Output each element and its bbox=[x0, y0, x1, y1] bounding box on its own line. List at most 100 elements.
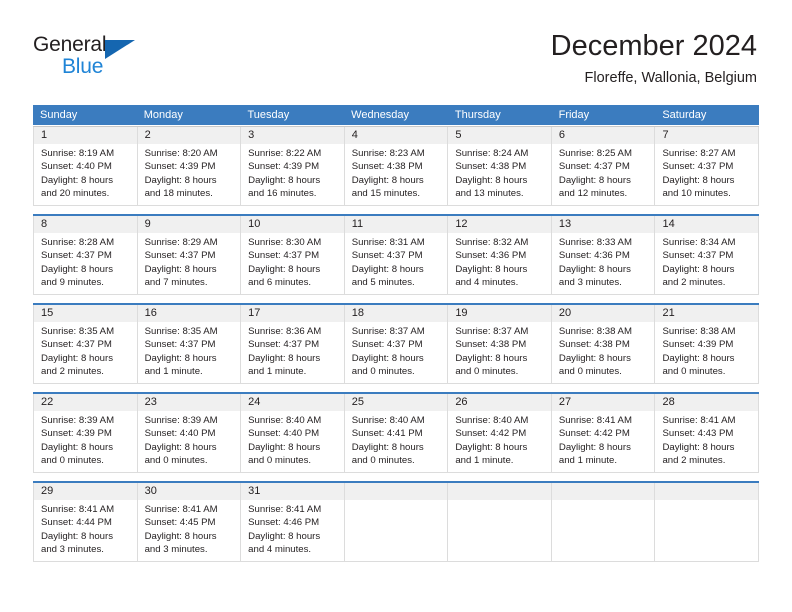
day-info: Sunrise: 8:36 AM Sunset: 4:37 PM Daylight:… bbox=[241, 322, 344, 379]
day-sunset-text: Sunset: 4:37 PM bbox=[351, 250, 423, 262]
day-daylight-line1-text: Daylight: 8 hours bbox=[662, 441, 735, 453]
day-sunset-text: Sunset: 4:43 PM bbox=[662, 428, 734, 440]
day-daylight-line2-text: and 0 minutes. bbox=[662, 366, 726, 378]
day-daylight-line1-text: Daylight: 8 hours bbox=[248, 174, 321, 186]
day-cell[interactable]: 16 Sunrise: 8:35 AM Sunset: 4:37 PM Dayligh… bbox=[136, 305, 241, 384]
day-cell[interactable]: 29 Sunrise: 8:41 AM Sunset: 4:44 PM Dayligh… bbox=[33, 483, 137, 562]
day-number: 6 bbox=[551, 127, 655, 144]
day-daylight-line1-text: Daylight: 8 hours bbox=[41, 530, 113, 542]
day-number: 11 bbox=[344, 216, 448, 233]
day-info: Sunrise: 8:37 AM Sunset: 4:38 PM Daylight:… bbox=[448, 322, 551, 379]
day-daylight-line2-text: and 4 minutes. bbox=[248, 544, 312, 556]
day-number: 12 bbox=[448, 216, 551, 233]
day-cell[interactable]: 17 Sunrise: 8:36 AM Sunset: 4:37 PM Dayligh… bbox=[240, 305, 344, 384]
day-cell[interactable]: 18 Sunrise: 8:37 AM Sunset: 4:37 PM Dayligh… bbox=[343, 305, 448, 384]
day-sunset-text: Sunset: 4:38 PM bbox=[558, 339, 630, 351]
day-cell[interactable]: 19 Sunrise: 8:37 AM Sunset: 4:38 PM Dayligh… bbox=[447, 305, 551, 384]
day-cell[interactable]: 7 Sunrise: 8:27 AM Sunset: 4:37 PM Daylight… bbox=[654, 127, 760, 206]
day-info: Sunrise: 8:20 AM Sunset: 4:39 PM Daylight:… bbox=[138, 144, 241, 201]
day-info: Sunrise: 8:24 AM Sunset: 4:38 PM Daylight:… bbox=[448, 144, 551, 201]
day-sunrise-text: Sunrise: 8:25 AM bbox=[558, 148, 632, 159]
day-sunset-text: Sunset: 4:37 PM bbox=[662, 161, 734, 173]
day-sunrise-text: Sunrise: 8:32 AM bbox=[455, 237, 529, 248]
day-cell[interactable]: 24 Sunrise: 8:40 AM Sunset: 4:40 PM Dayligh… bbox=[240, 394, 344, 473]
day-info: Sunrise: 8:40 AM Sunset: 4:41 PM Daylight:… bbox=[345, 411, 448, 468]
day-sunrise-text: Sunrise: 8:33 AM bbox=[558, 237, 632, 248]
weekday-header-friday: Friday bbox=[558, 109, 590, 121]
day-cell[interactable]: 31 Sunrise: 8:41 AM Sunset: 4:46 PM Dayligh… bbox=[240, 483, 344, 562]
page-subtitle: Floreffe, Wallonia, Belgium bbox=[584, 70, 757, 86]
weekday-header-tuesday: Tuesday bbox=[247, 109, 290, 121]
day-info: Sunrise: 8:40 AM Sunset: 4:42 PM Daylight:… bbox=[448, 411, 551, 468]
day-daylight-line1-text: Daylight: 8 hours bbox=[351, 263, 424, 275]
day-cell[interactable]: 4 Sunrise: 8:23 AM Sunset: 4:38 PM Daylight… bbox=[343, 127, 448, 206]
day-cell[interactable]: 1 Sunrise: 8:19 AM Sunset: 4:40 PM Daylight… bbox=[33, 127, 137, 206]
day-cell[interactable]: 20 Sunrise: 8:38 AM Sunset: 4:38 PM Dayligh… bbox=[550, 305, 655, 384]
day-sunset-text: Sunset: 4:37 PM bbox=[41, 250, 112, 262]
day-sunrise-text: Sunrise: 8:38 AM bbox=[558, 326, 632, 337]
day-cell[interactable]: 8 Sunrise: 8:28 AM Sunset: 4:37 PM Daylight… bbox=[33, 216, 137, 295]
day-cell[interactable]: 12 Sunrise: 8:32 AM Sunset: 4:36 PM Dayligh… bbox=[447, 216, 551, 295]
day-sunset-text: Sunset: 4:37 PM bbox=[351, 339, 423, 351]
day-daylight-line2-text: and 20 minutes. bbox=[41, 188, 110, 200]
day-sunset-text: Sunset: 4:38 PM bbox=[351, 161, 423, 173]
day-info: Sunrise: 8:41 AM Sunset: 4:42 PM Daylight:… bbox=[552, 411, 655, 468]
day-sunset-text: Sunset: 4:36 PM bbox=[558, 250, 630, 262]
day-cell[interactable]: 11 Sunrise: 8:31 AM Sunset: 4:37 PM Dayligh… bbox=[343, 216, 448, 295]
day-cell[interactable]: 3 Sunrise: 8:22 AM Sunset: 4:39 PM Daylight… bbox=[240, 127, 344, 206]
day-cell[interactable]: 13 Sunrise: 8:33 AM Sunset: 4:36 PM Dayligh… bbox=[550, 216, 655, 295]
day-cell[interactable]: 23 Sunrise: 8:39 AM Sunset: 4:40 PM Dayligh… bbox=[136, 394, 241, 473]
day-cell[interactable]: 30 Sunrise: 8:41 AM Sunset: 4:45 PM Dayligh… bbox=[136, 483, 241, 562]
day-sunrise-text: Sunrise: 8:39 AM bbox=[41, 415, 115, 426]
day-cell[interactable]: 25 Sunrise: 8:40 AM Sunset: 4:41 PM Dayligh… bbox=[343, 394, 448, 473]
day-number: 9 bbox=[137, 216, 241, 233]
day-sunrise-text: Sunrise: 8:37 AM bbox=[351, 326, 425, 337]
day-daylight-line2-text: and 1 minute. bbox=[558, 455, 618, 467]
day-cell[interactable]: 5 Sunrise: 8:24 AM Sunset: 4:38 PM Daylight… bbox=[447, 127, 551, 206]
day-cell[interactable]: 27 Sunrise: 8:41 AM Sunset: 4:42 PM Dayligh… bbox=[550, 394, 655, 473]
day-cell[interactable]: 6 Sunrise: 8:25 AM Sunset: 4:37 PM Daylight… bbox=[550, 127, 655, 206]
day-info: Sunrise: 8:41 AM Sunset: 4:43 PM Daylight:… bbox=[655, 411, 758, 468]
day-daylight-line2-text: and 3 minutes. bbox=[558, 277, 622, 289]
day-daylight-line1-text: Daylight: 8 hours bbox=[455, 263, 528, 275]
day-cell[interactable]: 2 Sunrise: 8:20 AM Sunset: 4:39 PM Daylight… bbox=[136, 127, 241, 206]
day-info: Sunrise: 8:34 AM Sunset: 4:37 PM Daylight:… bbox=[655, 233, 758, 290]
day-daylight-line1-text: Daylight: 8 hours bbox=[41, 352, 113, 364]
day-cell[interactable]: 14 Sunrise: 8:34 AM Sunset: 4:37 PM Dayligh… bbox=[654, 216, 760, 295]
day-daylight-line1-text: Daylight: 8 hours bbox=[351, 174, 424, 186]
day-number: 21 bbox=[655, 305, 759, 322]
day-daylight-line2-text: and 0 minutes. bbox=[248, 455, 312, 467]
day-info: Sunrise: 8:41 AM Sunset: 4:44 PM Daylight:… bbox=[34, 500, 137, 557]
day-daylight-line2-text: and 0 minutes. bbox=[558, 366, 622, 378]
day-info: Sunrise: 8:39 AM Sunset: 4:40 PM Daylight:… bbox=[138, 411, 241, 468]
day-sunset-text: Sunset: 4:42 PM bbox=[455, 428, 527, 440]
day-number: 5 bbox=[448, 127, 551, 144]
weekday-header-monday: Monday bbox=[143, 109, 183, 121]
day-info: Sunrise: 8:25 AM Sunset: 4:37 PM Daylight:… bbox=[552, 144, 655, 201]
day-cell[interactable]: 15 Sunrise: 8:35 AM Sunset: 4:37 PM Dayligh… bbox=[33, 305, 137, 384]
day-number: 15 bbox=[34, 305, 137, 322]
day-cell[interactable]: 26 Sunrise: 8:40 AM Sunset: 4:42 PM Dayligh… bbox=[447, 394, 551, 473]
day-cell[interactable]: 10 Sunrise: 8:30 AM Sunset: 4:37 PM Dayligh… bbox=[240, 216, 344, 295]
day-daylight-line1-text: Daylight: 8 hours bbox=[558, 441, 631, 453]
day-number bbox=[655, 483, 759, 500]
day-sunset-text: Sunset: 4:39 PM bbox=[144, 161, 216, 173]
day-cell[interactable]: 9 Sunrise: 8:29 AM Sunset: 4:37 PM Daylight… bbox=[136, 216, 241, 295]
day-sunrise-text: Sunrise: 8:38 AM bbox=[662, 326, 736, 337]
day-cell[interactable]: 28 Sunrise: 8:41 AM Sunset: 4:43 PM Dayligh… bbox=[654, 394, 760, 473]
day-number: 30 bbox=[137, 483, 241, 500]
day-sunrise-text: Sunrise: 8:35 AM bbox=[144, 326, 218, 337]
day-number: 28 bbox=[655, 394, 759, 411]
day-sunset-text: Sunset: 4:37 PM bbox=[558, 161, 630, 173]
day-info: Sunrise: 8:39 AM Sunset: 4:39 PM Daylight:… bbox=[34, 411, 137, 468]
day-sunrise-text: Sunrise: 8:40 AM bbox=[248, 415, 322, 426]
day-cell[interactable]: 21 Sunrise: 8:38 AM Sunset: 4:39 PM Dayligh… bbox=[654, 305, 760, 384]
day-cell-empty bbox=[654, 483, 760, 562]
day-sunset-text: Sunset: 4:39 PM bbox=[248, 161, 320, 173]
day-sunset-text: Sunset: 4:38 PM bbox=[455, 339, 527, 351]
day-daylight-line1-text: Daylight: 8 hours bbox=[455, 174, 528, 186]
day-number bbox=[551, 483, 655, 500]
day-cell[interactable]: 22 Sunrise: 8:39 AM Sunset: 4:39 PM Dayligh… bbox=[33, 394, 137, 473]
day-daylight-line1-text: Daylight: 8 hours bbox=[558, 352, 631, 364]
day-daylight-line1-text: Daylight: 8 hours bbox=[558, 263, 631, 275]
